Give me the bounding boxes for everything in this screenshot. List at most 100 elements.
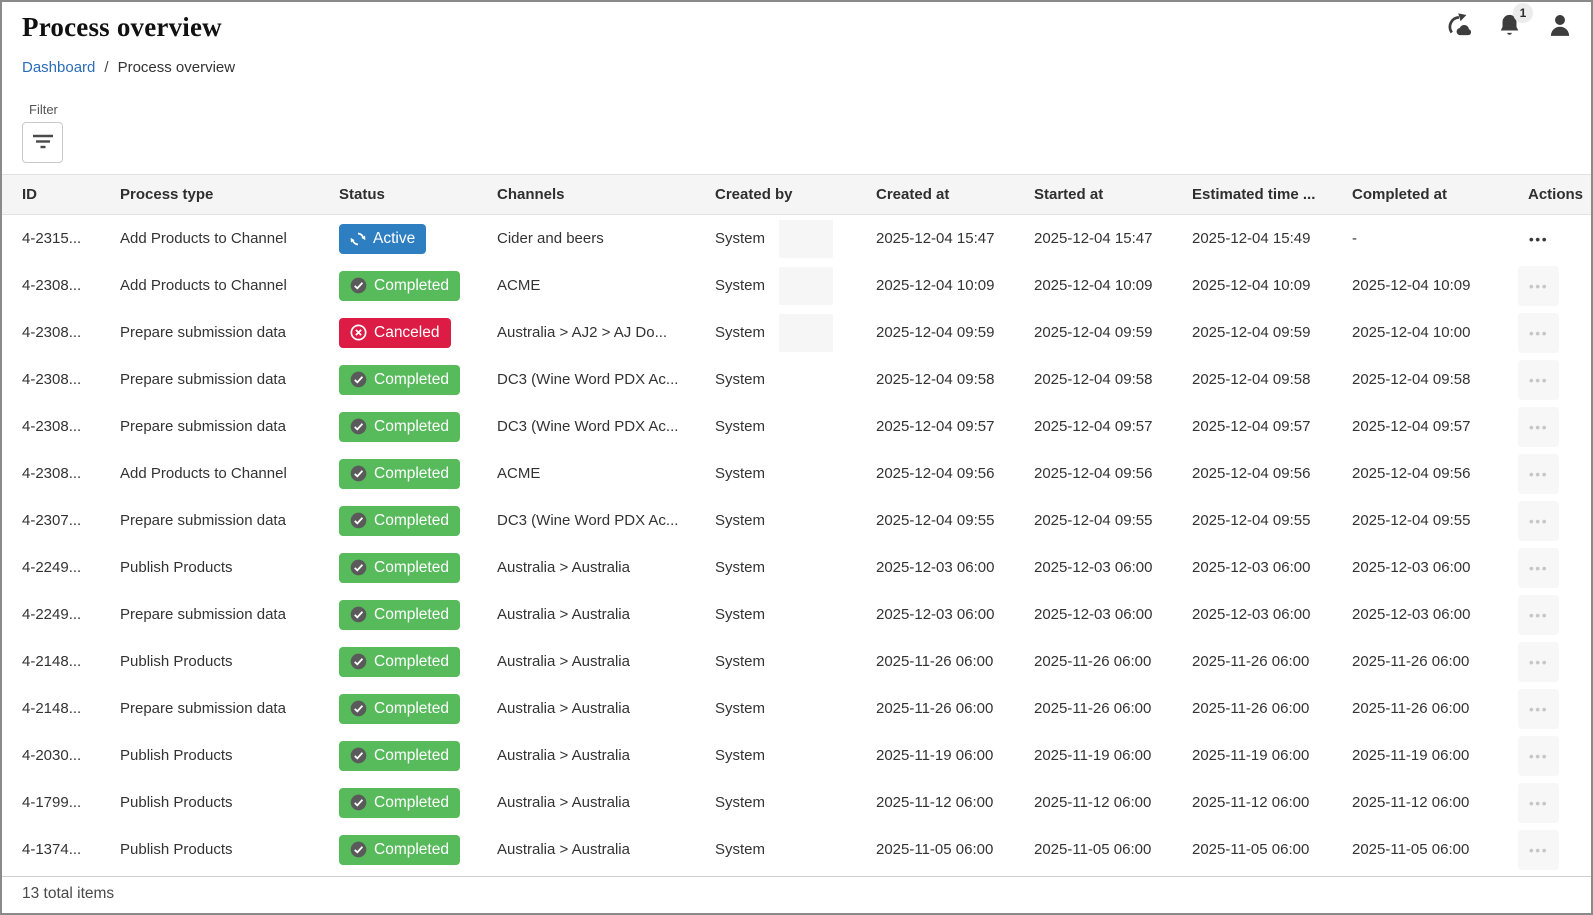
ellipsis-icon: ••• (1529, 279, 1548, 293)
table-row: 4-2308...Prepare submission dataCanceled… (2, 309, 1591, 356)
row-actions-button[interactable]: ••• (1518, 407, 1559, 447)
status-badge: Completed (339, 788, 460, 818)
cell-started-at: 2025-11-05 06:00 (1034, 841, 1192, 858)
cell-process-type: Add Products to Channel (120, 277, 339, 294)
cell-created-by: System (715, 653, 876, 670)
cell-id: 4-2308... (22, 418, 120, 435)
status-badge: Completed (339, 835, 460, 865)
x-circle-icon (350, 324, 367, 341)
breadcrumb-separator: / (104, 59, 108, 76)
cell-completed-at: 2025-12-04 10:09 (1352, 277, 1510, 294)
cell-created-at: 2025-12-04 09:56 (876, 465, 1034, 482)
cell-started-at: 2025-11-19 06:00 (1034, 747, 1192, 764)
notifications-button[interactable]: 1 (1494, 10, 1525, 41)
notification-badge: 1 (1513, 3, 1533, 23)
status-badge-label: Completed (374, 371, 449, 389)
loading-placeholder (779, 220, 833, 258)
cell-actions: ••• (1510, 689, 1591, 729)
row-actions-button[interactable]: ••• (1518, 595, 1559, 635)
row-actions-button[interactable]: ••• (1518, 642, 1559, 682)
cell-channels: DC3 (Wine Word PDX Ac... (497, 512, 715, 529)
cell-status: Completed (339, 741, 497, 771)
row-actions-button[interactable]: ••• (1518, 219, 1559, 259)
row-actions-button[interactable]: ••• (1518, 266, 1559, 306)
row-actions-button[interactable]: ••• (1518, 783, 1559, 823)
cell-status: Completed (339, 271, 497, 301)
status-badge: Completed (339, 365, 460, 395)
cell-id: 4-2030... (22, 747, 120, 764)
check-circle-icon (350, 606, 367, 623)
cell-completed-at: 2025-12-04 09:56 (1352, 465, 1510, 482)
cell-status: Completed (339, 694, 497, 724)
cell-channels: Australia > Australia (497, 841, 715, 858)
ellipsis-icon: ••• (1529, 232, 1548, 246)
user-menu-button[interactable] (1545, 10, 1575, 40)
cell-process-type: Prepare submission data (120, 512, 339, 529)
row-actions-button[interactable]: ••• (1518, 313, 1559, 353)
cell-channels: ACME (497, 465, 715, 482)
column-header-status: Status (339, 186, 497, 203)
cell-actions: ••• (1510, 783, 1591, 823)
page-title: Process overview (22, 12, 1571, 43)
created-by-label: System (715, 747, 765, 764)
cell-created-at: 2025-12-04 09:57 (876, 418, 1034, 435)
created-by-label: System (715, 606, 765, 623)
row-actions-button[interactable]: ••• (1518, 454, 1559, 494)
ellipsis-icon: ••• (1529, 420, 1548, 434)
cell-created-by: System (715, 314, 876, 352)
cell-actions: ••• (1510, 266, 1591, 306)
row-actions-button[interactable]: ••• (1518, 736, 1559, 776)
created-by-label: System (715, 230, 765, 247)
cell-started-at: 2025-11-26 06:00 (1034, 700, 1192, 717)
cell-id: 4-2308... (22, 277, 120, 294)
cell-estimated-time: 2025-11-26 06:00 (1192, 700, 1352, 717)
cell-status: Completed (339, 553, 497, 583)
check-circle-icon (350, 371, 367, 388)
cell-process-type: Add Products to Channel (120, 465, 339, 482)
cell-actions: ••• (1510, 360, 1591, 400)
status-badge-label: Completed (374, 794, 449, 812)
cell-channels: DC3 (Wine Word PDX Ac... (497, 418, 715, 435)
row-actions-button[interactable]: ••• (1518, 501, 1559, 541)
row-actions-button[interactable]: ••• (1518, 830, 1559, 870)
cell-channels: Australia > Australia (497, 700, 715, 717)
row-actions-button[interactable]: ••• (1518, 689, 1559, 729)
check-circle-icon (350, 841, 367, 858)
cell-started-at: 2025-12-04 15:47 (1034, 230, 1192, 247)
cell-created-at: 2025-11-05 06:00 (876, 841, 1034, 858)
table-row: 4-2308...Add Products to ChannelComplete… (2, 450, 1591, 497)
status-badge: Completed (339, 271, 460, 301)
cell-estimated-time: 2025-11-26 06:00 (1192, 653, 1352, 670)
column-header-completed-at: Completed at (1352, 186, 1510, 203)
sync-cloud-button[interactable] (1442, 10, 1474, 42)
cell-channels: Australia > Australia (497, 559, 715, 576)
filter-button[interactable] (22, 122, 63, 163)
breadcrumb-dashboard-link[interactable]: Dashboard (22, 59, 95, 76)
row-actions-button[interactable]: ••• (1518, 548, 1559, 588)
cell-process-type: Add Products to Channel (120, 230, 339, 247)
ellipsis-icon: ••• (1529, 326, 1548, 340)
column-header-estimated-time: Estimated time ... (1192, 186, 1352, 203)
cell-status: Active (339, 224, 497, 254)
cell-channels: Australia > Australia (497, 606, 715, 623)
created-by-label: System (715, 465, 765, 482)
cell-channels: Cider and beers (497, 230, 715, 247)
cell-id: 4-2308... (22, 465, 120, 482)
table-row: 4-2030...Publish ProductsCompletedAustra… (2, 732, 1591, 779)
check-circle-icon (350, 465, 367, 482)
created-by-label: System (715, 324, 765, 341)
cell-estimated-time: 2025-11-12 06:00 (1192, 794, 1352, 811)
cell-created-at: 2025-12-04 09:58 (876, 371, 1034, 388)
cell-completed-at: 2025-11-12 06:00 (1352, 794, 1510, 811)
status-badge-label: Completed (374, 559, 449, 577)
cell-completed-at: 2025-12-04 10:00 (1352, 324, 1510, 341)
table-row: 4-1374...Publish ProductsCompletedAustra… (2, 826, 1591, 873)
table-row: 4-2308...Add Products to ChannelComplete… (2, 262, 1591, 309)
status-badge: Canceled (339, 318, 451, 348)
created-by-label: System (715, 277, 765, 294)
status-badge: Completed (339, 741, 460, 771)
cell-completed-at: 2025-11-26 06:00 (1352, 700, 1510, 717)
row-actions-button[interactable]: ••• (1518, 360, 1559, 400)
cell-created-at: 2025-11-19 06:00 (876, 747, 1034, 764)
cell-actions: ••• (1510, 454, 1591, 494)
